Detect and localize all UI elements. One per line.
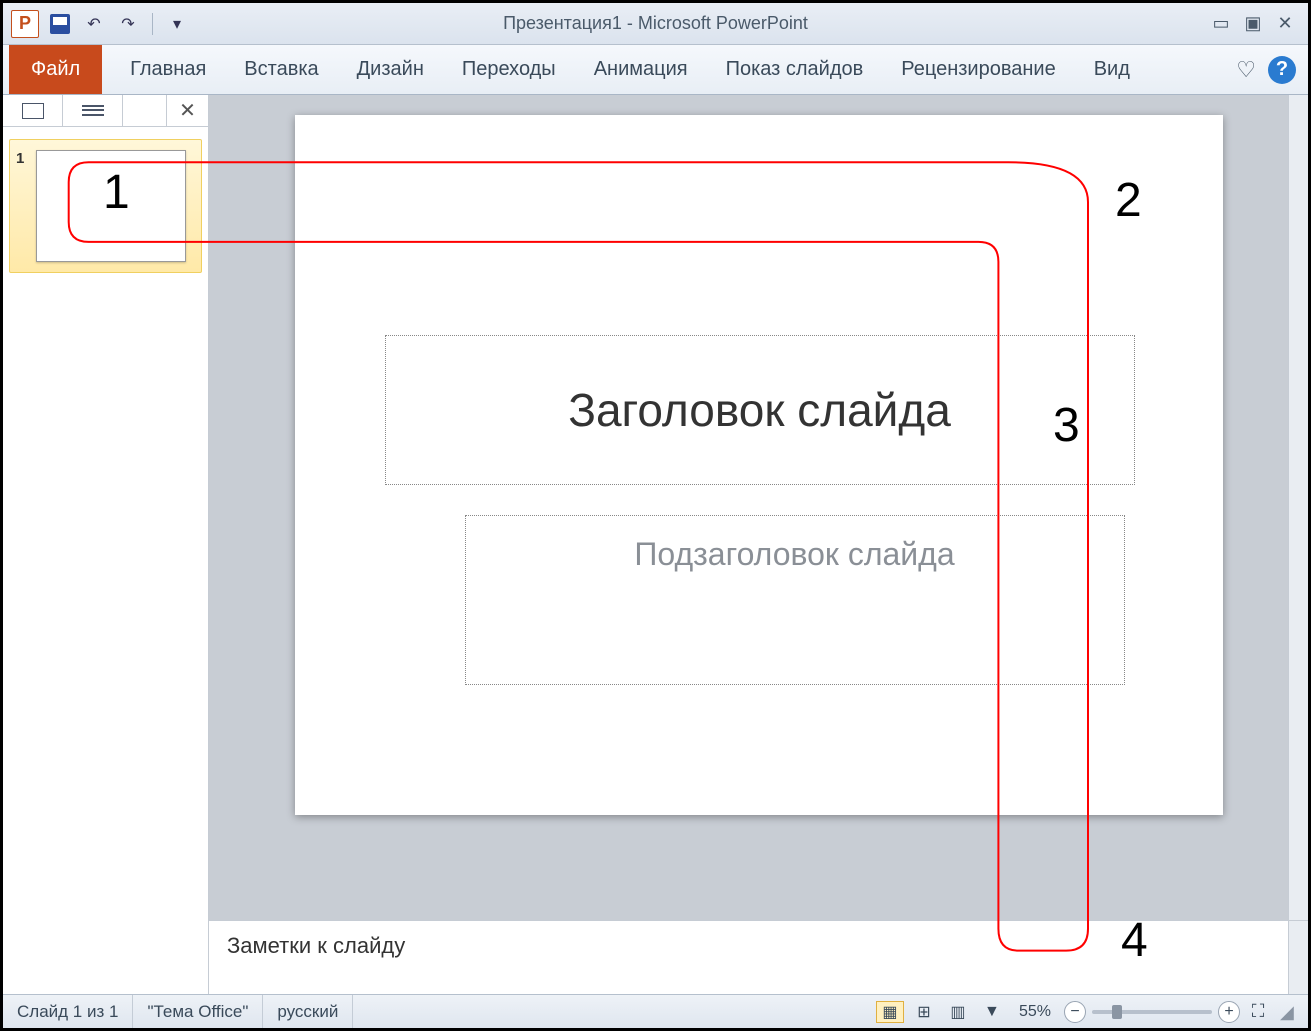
ribbon-tab-animations[interactable]: Анимация <box>584 52 698 87</box>
qat-separator <box>152 13 153 35</box>
subtitle-placeholder[interactable]: Подзаголовок слайда <box>465 515 1125 685</box>
zoom-thumb[interactable] <box>1112 1005 1122 1019</box>
notes-scrollbar[interactable] <box>1288 921 1308 994</box>
qat-customize-button[interactable]: ▾ <box>164 11 190 37</box>
stage-scrollbar[interactable] <box>1288 95 1308 920</box>
ribbon-tab-home[interactable]: Главная <box>120 52 216 87</box>
status-language[interactable]: русский <box>263 995 353 1028</box>
minimize-button[interactable]: ▭ <box>1208 13 1234 35</box>
slides-pane: ✕ 1 <box>3 95 209 994</box>
title-placeholder-text: Заголовок слайда <box>568 383 951 437</box>
subtitle-placeholder-text: Подзаголовок слайда <box>634 536 954 573</box>
ribbon-tab-insert[interactable]: Вставка <box>234 52 328 87</box>
notes-pane[interactable]: Заметки к слайду <box>209 920 1308 994</box>
title-placeholder[interactable]: Заголовок слайда <box>385 335 1135 485</box>
thumbnail-number: 1 <box>16 150 30 167</box>
ribbon-tab-transitions[interactable]: Переходы <box>452 52 566 87</box>
view-reading-button[interactable]: ▥ <box>944 1001 972 1023</box>
thumbnail-preview <box>36 150 186 262</box>
thumbnail-list: 1 <box>3 127 208 285</box>
ribbon-tab-view[interactable]: Вид <box>1084 52 1140 87</box>
zoom-track[interactable] <box>1092 1010 1212 1014</box>
fit-to-window-button[interactable]: ⛶ <box>1246 1001 1270 1023</box>
view-normal-button[interactable]: ▦ <box>876 1001 904 1023</box>
quick-access-toolbar: ↶ ↷ ▾ <box>47 11 190 37</box>
pane-tab-outline[interactable] <box>63 95 123 126</box>
slide-canvas[interactable]: Заголовок слайда Подзаголовок слайда <box>295 115 1223 815</box>
close-button[interactable]: ✕ <box>1272 13 1298 35</box>
undo-button[interactable]: ↶ <box>81 11 107 37</box>
status-slide-info[interactable]: Слайд 1 из 1 <box>3 995 133 1028</box>
slide-stage: Заголовок слайда Подзаголовок слайда <box>209 95 1308 920</box>
title-bar: P ↶ ↷ ▾ Презентация1 - Microsoft PowerPo… <box>3 3 1308 45</box>
view-slideshow-button[interactable]: ▼ <box>978 1001 1006 1023</box>
edit-area: Заголовок слайда Подзаголовок слайда Зам… <box>209 95 1308 994</box>
status-theme[interactable]: "Тема Office" <box>133 995 263 1028</box>
status-bar: Слайд 1 из 1 "Тема Office" русский ▦ ⊞ ▥… <box>3 994 1308 1028</box>
zoom-out-button[interactable]: − <box>1064 1001 1086 1023</box>
thumbnail-item[interactable]: 1 <box>9 139 202 273</box>
redo-button[interactable]: ↷ <box>115 11 141 37</box>
zoom-in-button[interactable]: + <box>1218 1001 1240 1023</box>
help-icon[interactable]: ? <box>1268 56 1296 84</box>
maximize-button[interactable]: ▣ <box>1240 13 1266 35</box>
zoom-value[interactable]: 55% <box>1012 1001 1058 1023</box>
ribbon-tab-design[interactable]: Дизайн <box>347 52 434 87</box>
ribbon-tab-slideshow[interactable]: Показ слайдов <box>716 52 874 87</box>
resize-grip-icon[interactable]: ◢ <box>1280 1002 1300 1022</box>
ribbon-minimize-icon[interactable]: ♡ <box>1236 57 1256 83</box>
ribbon: Файл Главная Вставка Дизайн Переходы Ани… <box>3 45 1308 95</box>
status-right: ▦ ⊞ ▥ ▼ 55% − + ⛶ ◢ <box>876 1001 1308 1023</box>
ribbon-tab-review[interactable]: Рецензирование <box>891 52 1065 87</box>
outline-tab-icon <box>82 103 104 119</box>
pane-close-button[interactable]: ✕ <box>166 95 208 126</box>
window-controls: ▭ ▣ ✕ <box>1208 13 1308 35</box>
pane-tabs: ✕ <box>3 95 208 127</box>
zoom-slider: − + <box>1064 1001 1240 1023</box>
view-sorter-button[interactable]: ⊞ <box>910 1001 938 1023</box>
notes-placeholder: Заметки к слайду <box>227 933 405 958</box>
pane-tab-slides[interactable] <box>3 95 63 126</box>
powerpoint-icon: P <box>11 10 39 38</box>
save-icon <box>50 14 70 34</box>
workspace: ✕ 1 Заголовок слайда Подзаголовок слайда <box>3 95 1308 994</box>
save-button[interactable] <box>47 11 73 37</box>
slides-tab-icon <box>22 103 44 119</box>
file-tab[interactable]: Файл <box>9 45 102 94</box>
window-title: Презентация1 - Microsoft PowerPoint <box>3 13 1308 34</box>
